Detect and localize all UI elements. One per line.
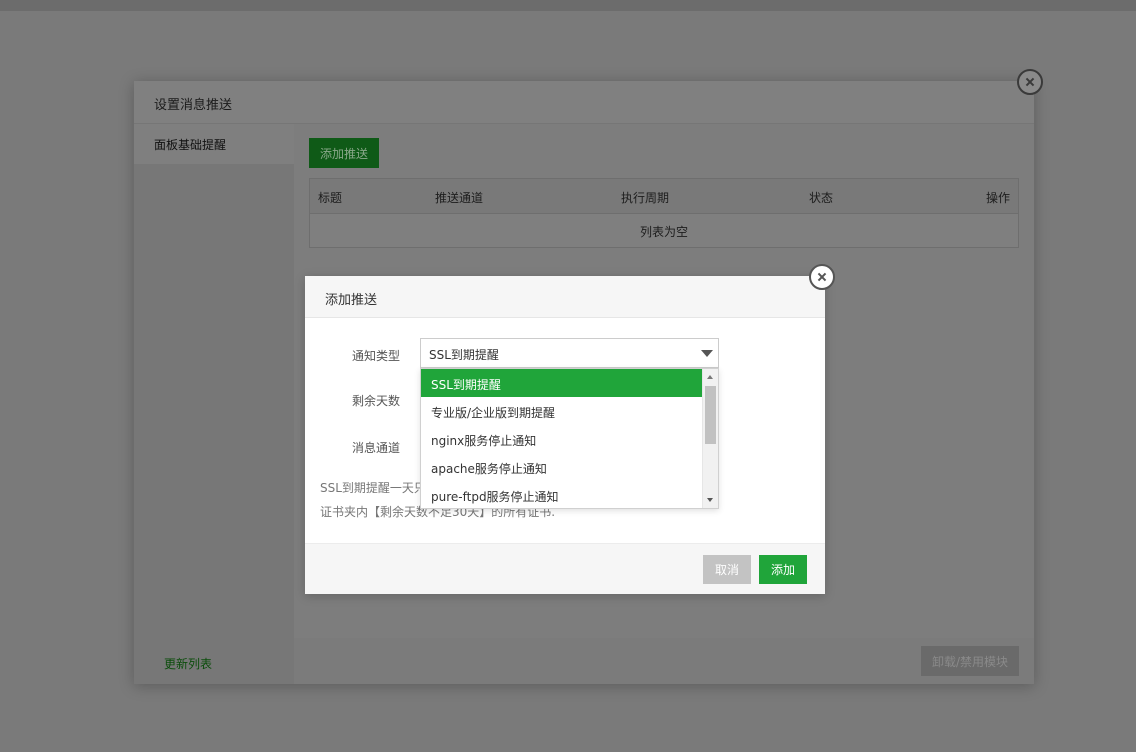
close-icon[interactable] xyxy=(1017,69,1043,95)
dropdown-option[interactable]: 专业版/企业版到期提醒 xyxy=(421,397,703,425)
refresh-list-link[interactable]: 更新列表 xyxy=(164,655,212,672)
column-header-channel: 推送通道 xyxy=(435,191,484,205)
add-push-footer: 取消 添加 xyxy=(305,543,825,594)
scroll-up-icon[interactable] xyxy=(707,375,713,379)
add-push-button[interactable]: 添加推送 xyxy=(309,138,379,168)
dropdown-option-label: nginx服务停止通知 xyxy=(431,434,537,448)
notify-type-label: 通知类型 xyxy=(352,349,401,363)
dropdown-option[interactable]: pure-ftpd服务停止通知 xyxy=(421,481,703,508)
sidebar: 面板基础提醒 更新列表 xyxy=(134,124,294,684)
close-icon[interactable] xyxy=(809,264,835,290)
column-header-period: 执行周期 xyxy=(621,191,670,205)
cancel-button[interactable]: 取消 xyxy=(703,555,751,584)
table-header: 标题 推送通道 执行周期 状态 操作 xyxy=(310,179,1018,214)
uninstall-module-button[interactable]: 卸载/禁用模块 xyxy=(921,646,1019,676)
dialog-footer: 卸载/禁用模块 xyxy=(294,638,1034,684)
add-push-title: 添加推送 xyxy=(325,293,378,308)
dropdown-option-label: apache服务停止通知 xyxy=(431,462,547,476)
channel-label: 消息通道 xyxy=(352,441,401,455)
dialog-title: 设置消息推送 xyxy=(154,98,233,113)
top-bar xyxy=(0,0,1136,11)
dropdown-option[interactable]: apache服务停止通知 xyxy=(421,453,703,481)
scroll-down-icon[interactable] xyxy=(707,498,713,502)
column-header-action: 操作 xyxy=(985,191,1010,205)
dropdown-option-label: pure-ftpd服务停止通知 xyxy=(431,490,559,504)
remaining-days-label: 剩余天数 xyxy=(352,394,401,408)
sidebar-item-panel-basic[interactable]: 面板基础提醒 xyxy=(134,124,294,164)
column-header-title: 标题 xyxy=(318,191,343,205)
dropdown-option[interactable]: nginx服务停止通知 xyxy=(421,425,703,453)
chevron-down-icon xyxy=(701,350,713,357)
dropdown-scrollbar[interactable] xyxy=(702,369,718,508)
scrollbar-thumb[interactable] xyxy=(705,386,716,444)
dropdown-option-label: 专业版/企业版到期提醒 xyxy=(431,406,556,420)
dropdown-option[interactable]: SSL到期提醒 xyxy=(421,369,703,397)
sidebar-item-label: 面板基础提醒 xyxy=(154,138,227,152)
dialog-header: 设置消息推送 xyxy=(134,81,1034,124)
confirm-add-button[interactable]: 添加 xyxy=(759,555,807,584)
notify-type-value: SSL到期提醒 xyxy=(429,348,499,362)
column-header-status: 状态 xyxy=(809,191,834,205)
table-empty-text: 列表为空 xyxy=(639,225,688,239)
dropdown-option-label: SSL到期提醒 xyxy=(431,378,501,392)
add-push-header: 添加推送 xyxy=(305,276,825,318)
notify-type-select[interactable]: SSL到期提醒 xyxy=(420,338,719,368)
push-table: 标题 推送通道 执行周期 状态 操作 列表为空 xyxy=(309,178,1019,248)
notify-type-dropdown[interactable]: SSL到期提醒 专业版/企业版到期提醒 nginx服务停止通知 apache服务… xyxy=(420,368,719,509)
